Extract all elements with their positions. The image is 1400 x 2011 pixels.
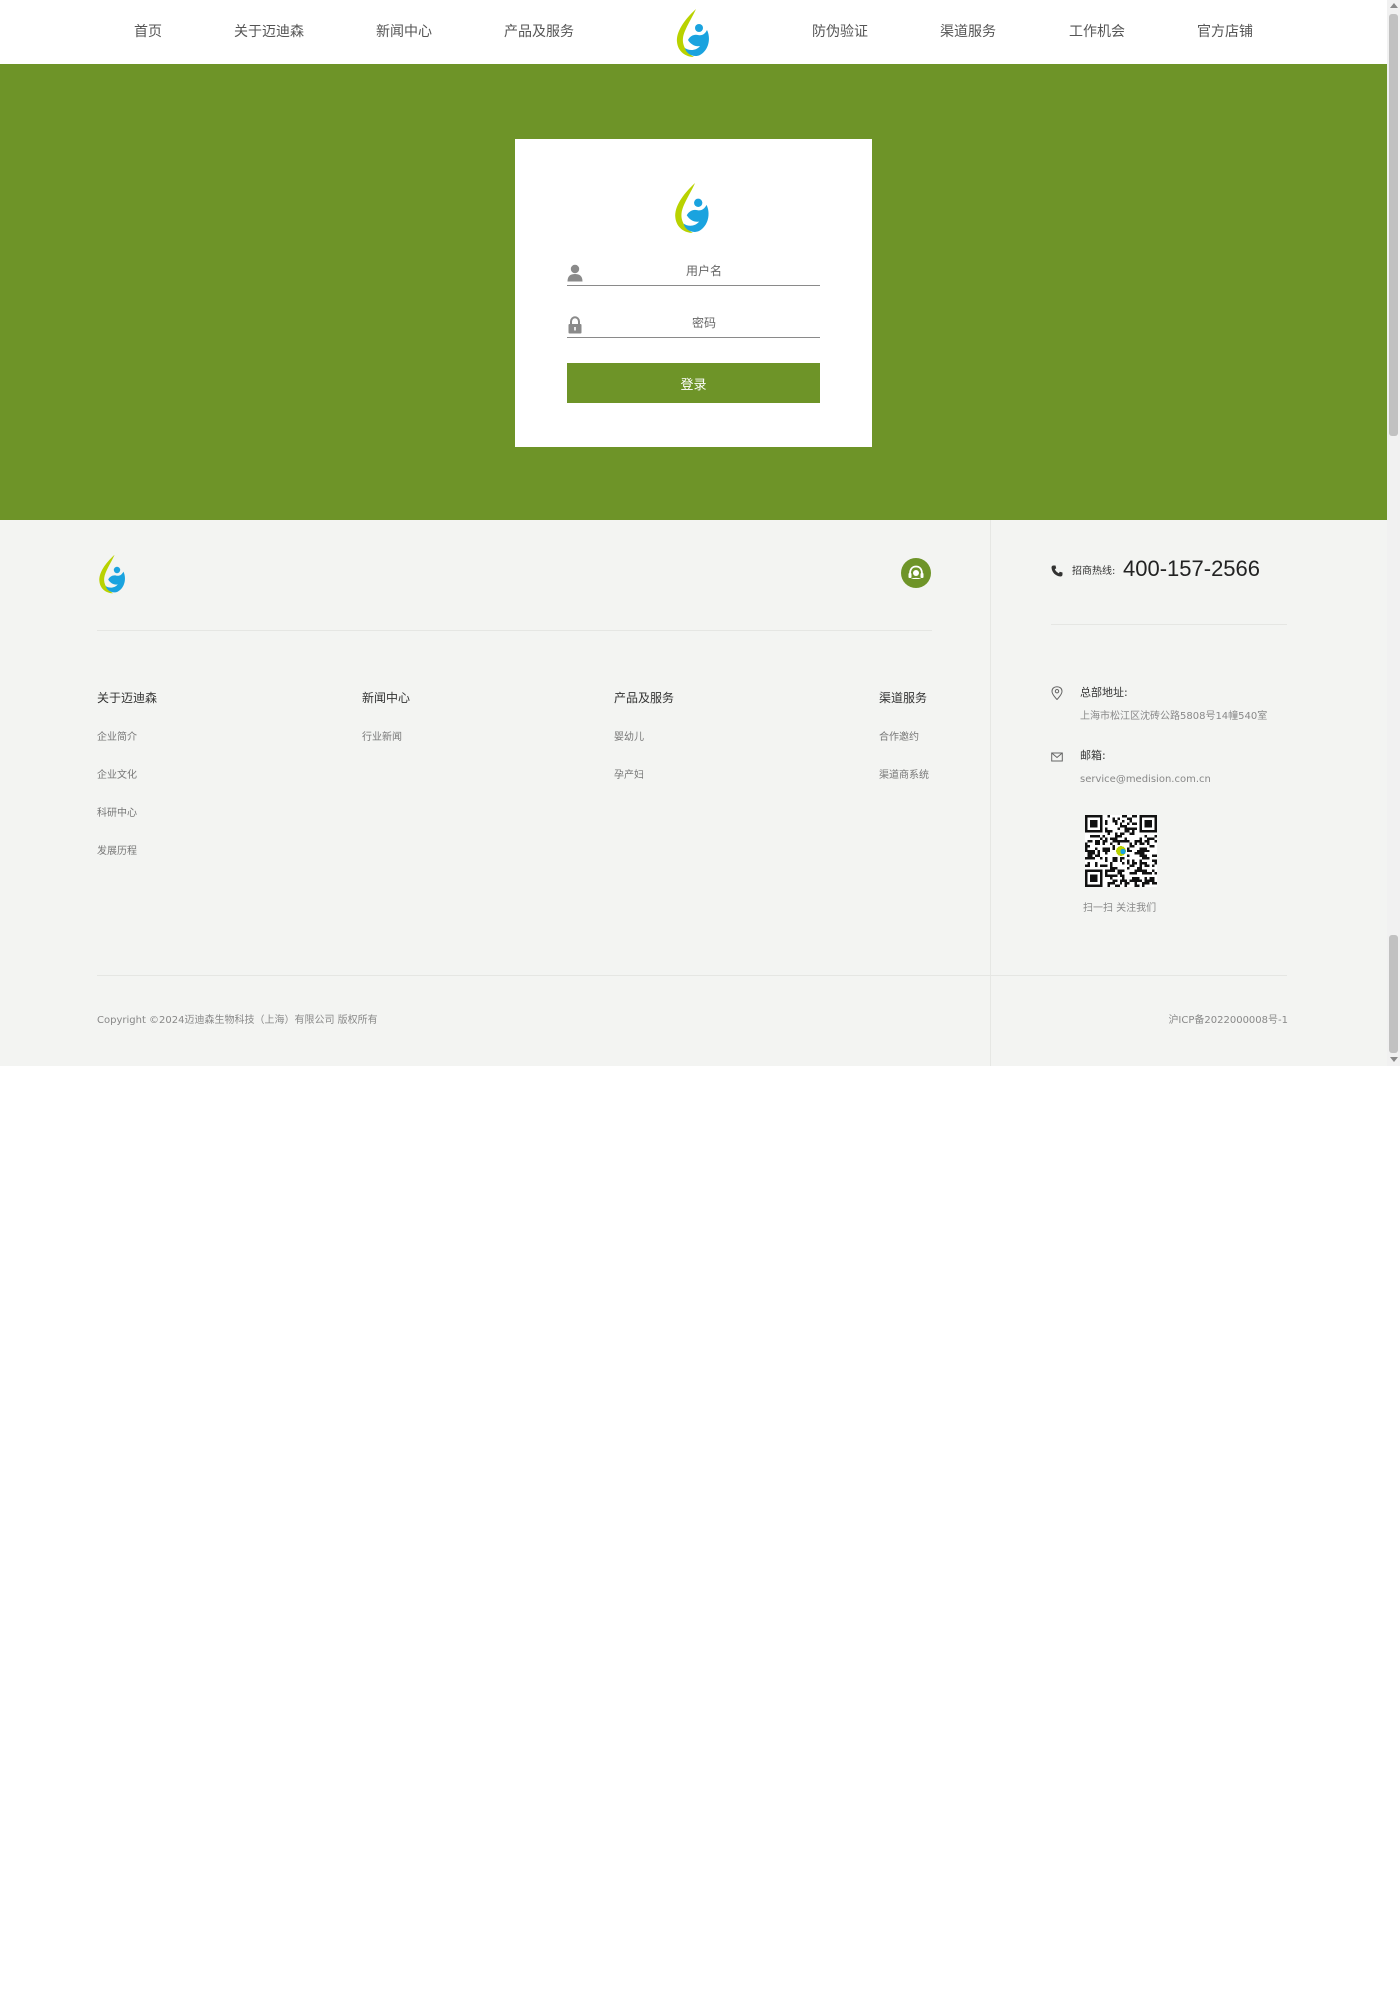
nav-jobs[interactable]: 工作机会 [1069,20,1125,44]
top-navigation: 首页 关于迈迪森 新闻中心 产品及服务 防伪验证 渠道服务 工作机会 官方店铺 [0,0,1387,64]
phone-icon [1051,565,1063,577]
user-icon [567,264,583,282]
footer-col-title-news[interactable]: 新闻中心 [362,690,410,706]
email-title: 邮箱: [1080,749,1106,762]
brand-logo [672,182,714,234]
copyright-text: Copyright ©2024迈迪森生物科技（上海）有限公司 版权所有 [97,1015,378,1026]
footer-link-history[interactable]: 发展历程 [97,845,137,859]
qr-code [1085,815,1157,887]
qr-caption: 扫一扫 关注我们 [1083,903,1157,914]
footer-link-research-center[interactable]: 科研中心 [97,807,137,821]
login-button[interactable]: 登录 [567,363,820,403]
scroll-up-arrow[interactable] [1390,3,1398,8]
username-input[interactable] [587,257,821,285]
nav-anti-counterfeit[interactable]: 防伪验证 [812,20,868,44]
address-title: 总部地址: [1080,686,1128,699]
password-input[interactable] [587,309,821,337]
nav-home[interactable]: 首页 [134,20,162,44]
footer-link-industry-news[interactable]: 行业新闻 [362,731,402,745]
password-field [567,309,821,338]
page: 首页 关于迈迪森 新闻中心 产品及服务 防伪验证 渠道服务 工作机会 官方店铺 [0,0,1387,2011]
icp-license-link[interactable]: 沪ICP备2022000008号-1 [1168,1014,1288,1028]
footer-link-dealer-system[interactable]: 渠道商系统 [879,769,929,783]
footer-col-title-products[interactable]: 产品及服务 [614,690,674,706]
nav-official-store[interactable]: 官方店铺 [1197,20,1253,44]
login-hero: 登录 [0,64,1387,520]
footer-link-infant[interactable]: 婴幼儿 [614,731,644,745]
site-footer: 招商热线: 400-157-2566 关于迈迪森 企业简介 企业文化 科研中心 … [0,520,1387,1066]
lock-icon [568,316,582,334]
footer-divider [990,520,991,1066]
brand-logo[interactable] [97,554,129,594]
footer-link-company-profile[interactable]: 企业简介 [97,731,137,745]
login-card: 登录 [515,139,872,447]
footer-link-corporate-culture[interactable]: 企业文化 [97,769,137,783]
hotline-separator [1051,624,1287,625]
scroll-down-arrow[interactable] [1390,1057,1398,1062]
username-field [567,257,821,286]
footer-col-title-channel[interactable]: 渠道服务 [879,690,927,706]
footer-separator [97,630,932,631]
brand-logo[interactable] [674,8,714,58]
mail-icon [1051,752,1063,762]
footer-link-maternal[interactable]: 孕产妇 [614,769,644,783]
footer-col-title-about[interactable]: 关于迈迪森 [97,690,157,706]
scroll-thumb-lower[interactable] [1389,935,1398,1053]
address-value: 上海市松江区沈砖公路5808号14幢540室 [1080,711,1268,722]
footer-bottom-separator [97,975,1287,976]
hotline-number[interactable]: 400-157-2566 [1123,554,1260,584]
location-pin-icon [1051,686,1063,700]
nav-about[interactable]: 关于迈迪森 [234,20,304,44]
nav-products[interactable]: 产品及服务 [504,20,574,44]
hotline-label: 招商热线: [1072,566,1116,577]
customer-service-button[interactable] [901,558,931,588]
scroll-thumb[interactable] [1389,14,1398,436]
nav-channel-service[interactable]: 渠道服务 [940,20,996,44]
page-scrollbar[interactable] [1387,0,1400,1066]
email-value[interactable]: service@medision.com.cn [1080,773,1211,787]
footer-link-cooperation[interactable]: 合作邀约 [879,731,919,745]
nav-news[interactable]: 新闻中心 [376,20,432,44]
customer-service-icon [908,565,924,579]
